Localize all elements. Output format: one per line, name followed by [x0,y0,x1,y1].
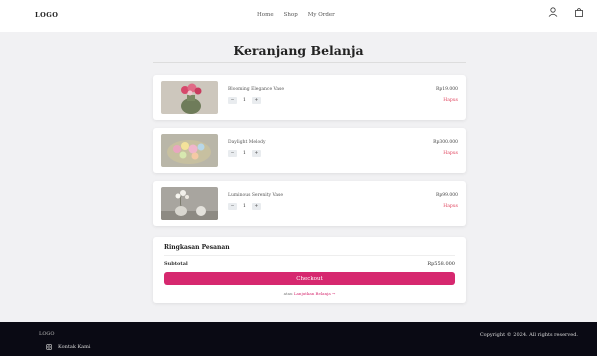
checkout-button[interactable]: Checkout [164,272,455,285]
footer-logo[interactable]: LOGO [39,331,55,337]
decrease-qty-button[interactable]: − [228,150,237,157]
product-name: Luminous Serenity Vase [228,193,284,198]
order-summary: Ringkasan Pesanan Subtotal Rp558.000 Che… [153,237,466,303]
page-title: Keranjang Belanja [233,43,364,58]
remove-item-link[interactable]: Hapus [443,204,458,209]
title-divider [153,62,466,63]
product-price: Rp300.000 [433,140,458,145]
product-image [161,187,218,220]
footer: LOGO Kontak Kami Copyright © 2024. All r… [0,322,597,356]
nav-icons [548,7,584,17]
quantity-stepper: − 1 + [228,203,261,210]
summary-divider [164,255,455,256]
user-icon[interactable] [548,7,558,17]
product-price: Rp99.000 [435,193,458,198]
footer-contact[interactable]: Kontak Kami [46,344,91,350]
decrease-qty-button[interactable]: − [228,97,237,104]
product-name: Daylight Melody [228,140,266,145]
top-navbar: LOGO Home Shop My Order [0,0,597,32]
quantity-value: 1 [243,151,246,156]
subtotal-label: Subtotal [164,261,188,267]
continue-shopping-link[interactable]: Lanjutkan Belanja → [294,291,336,296]
quantity-value: 1 [243,98,246,103]
main-menu: Home Shop My Order [257,12,335,18]
site-logo[interactable]: LOGO [35,11,58,19]
cart-item: Daylight Melody − 1 + Rp300.000 Hapus [153,128,466,173]
subtotal-value: Rp558.000 [427,261,455,267]
continue-shopping: atau Lanjutkan Belanja → [153,291,466,296]
nav-link-home[interactable]: Home [257,12,274,18]
quantity-value: 1 [243,204,246,209]
copyright-text: Copyright © 2024. All rights reserved. [479,332,578,338]
product-price: Rp19.000 [435,87,458,92]
product-image [161,81,218,114]
nav-link-my-order[interactable]: My Order [308,12,335,18]
summary-title: Ringkasan Pesanan [164,244,230,251]
increase-qty-button[interactable]: + [251,150,261,157]
product-name: Blooming Elegance Vase [228,87,285,92]
remove-item-link[interactable]: Hapus [443,98,458,103]
nav-link-shop[interactable]: Shop [284,12,298,18]
quantity-stepper: − 1 + [228,97,261,104]
decrease-qty-button[interactable]: − [228,203,237,210]
bag-icon[interactable] [574,7,584,17]
quantity-stepper: − 1 + [228,150,261,157]
instagram-icon [46,344,52,350]
product-image [161,134,218,167]
continue-prefix: atau [283,291,294,296]
cart-item: Blooming Elegance Vase − 1 + Rp19.000 Ha… [153,75,466,120]
cart-item: Luminous Serenity Vase − 1 + Rp99.000 Ha… [153,181,466,226]
increase-qty-button[interactable]: + [251,97,261,104]
contact-label: Kontak Kami [58,344,91,350]
remove-item-link[interactable]: Hapus [443,151,458,156]
increase-qty-button[interactable]: + [251,203,261,210]
